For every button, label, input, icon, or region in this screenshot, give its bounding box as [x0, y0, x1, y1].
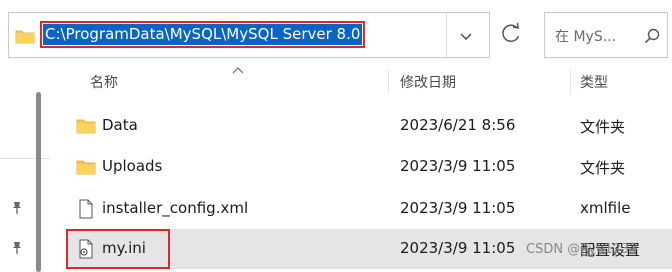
file-type: xmlfile — [580, 199, 631, 217]
column-header-name[interactable]: 名称 — [90, 72, 118, 92]
nav-divider — [0, 158, 50, 159]
watermark: CSDN @Ryu1233 — [526, 242, 638, 257]
nav-scrollbar[interactable] — [36, 92, 41, 272]
file-name: Data — [102, 116, 138, 134]
file-name: Uploads — [102, 157, 163, 175]
folder-icon — [76, 119, 96, 134]
file-date: 2023/3/9 11:05 — [400, 199, 516, 217]
pin-icon[interactable] — [10, 241, 24, 255]
file-name: installer_config.xml — [102, 199, 249, 217]
file-date: 2023/3/9 11:05 — [400, 239, 516, 257]
file-date: 2023/3/9 11:05 — [400, 157, 516, 175]
search-box[interactable]: 在 MyS... — [544, 12, 668, 58]
chevron-down-icon[interactable] — [455, 27, 477, 45]
column-divider[interactable] — [388, 70, 389, 94]
file-date: 2023/6/21 8:56 — [400, 116, 516, 134]
file-row[interactable]: Data 2023/6/21 8:56 文件夹 — [66, 106, 672, 146]
column-header-date[interactable]: 修改日期 — [400, 72, 456, 92]
folder-icon — [15, 30, 35, 44]
search-icon[interactable] — [644, 28, 660, 44]
address-divider — [446, 13, 447, 57]
toolbar: C:\ProgramData\MySQL\MySQL Server 8.0 在 … — [0, 0, 672, 68]
address-path[interactable]: C:\ProgramData\MySQL\MySQL Server 8.0 — [43, 24, 363, 45]
path-highlight-box: C:\ProgramData\MySQL\MySQL Server 8.0 — [40, 21, 366, 48]
column-header-type[interactable]: 类型 — [580, 72, 608, 92]
document-icon — [79, 199, 93, 219]
file-type: 文件夹 — [580, 118, 626, 136]
address-bar[interactable]: C:\ProgramData\MySQL\MySQL Server 8.0 — [8, 12, 490, 58]
file-row[interactable]: Uploads 2023/3/9 11:05 文件夹 — [66, 147, 672, 187]
pin-icon[interactable] — [10, 201, 24, 215]
column-divider[interactable] — [570, 70, 571, 94]
search-placeholder: 在 MyS... — [555, 29, 617, 45]
file-highlight-box — [66, 229, 170, 269]
sort-ascending-icon — [232, 67, 244, 74]
file-type: 文件夹 — [580, 159, 626, 177]
refresh-icon[interactable] — [496, 16, 526, 52]
file-row[interactable]: installer_config.xml 2023/3/9 11:05 xmlf… — [66, 189, 672, 229]
navigation-pane — [0, 68, 50, 272]
folder-icon — [76, 160, 96, 175]
